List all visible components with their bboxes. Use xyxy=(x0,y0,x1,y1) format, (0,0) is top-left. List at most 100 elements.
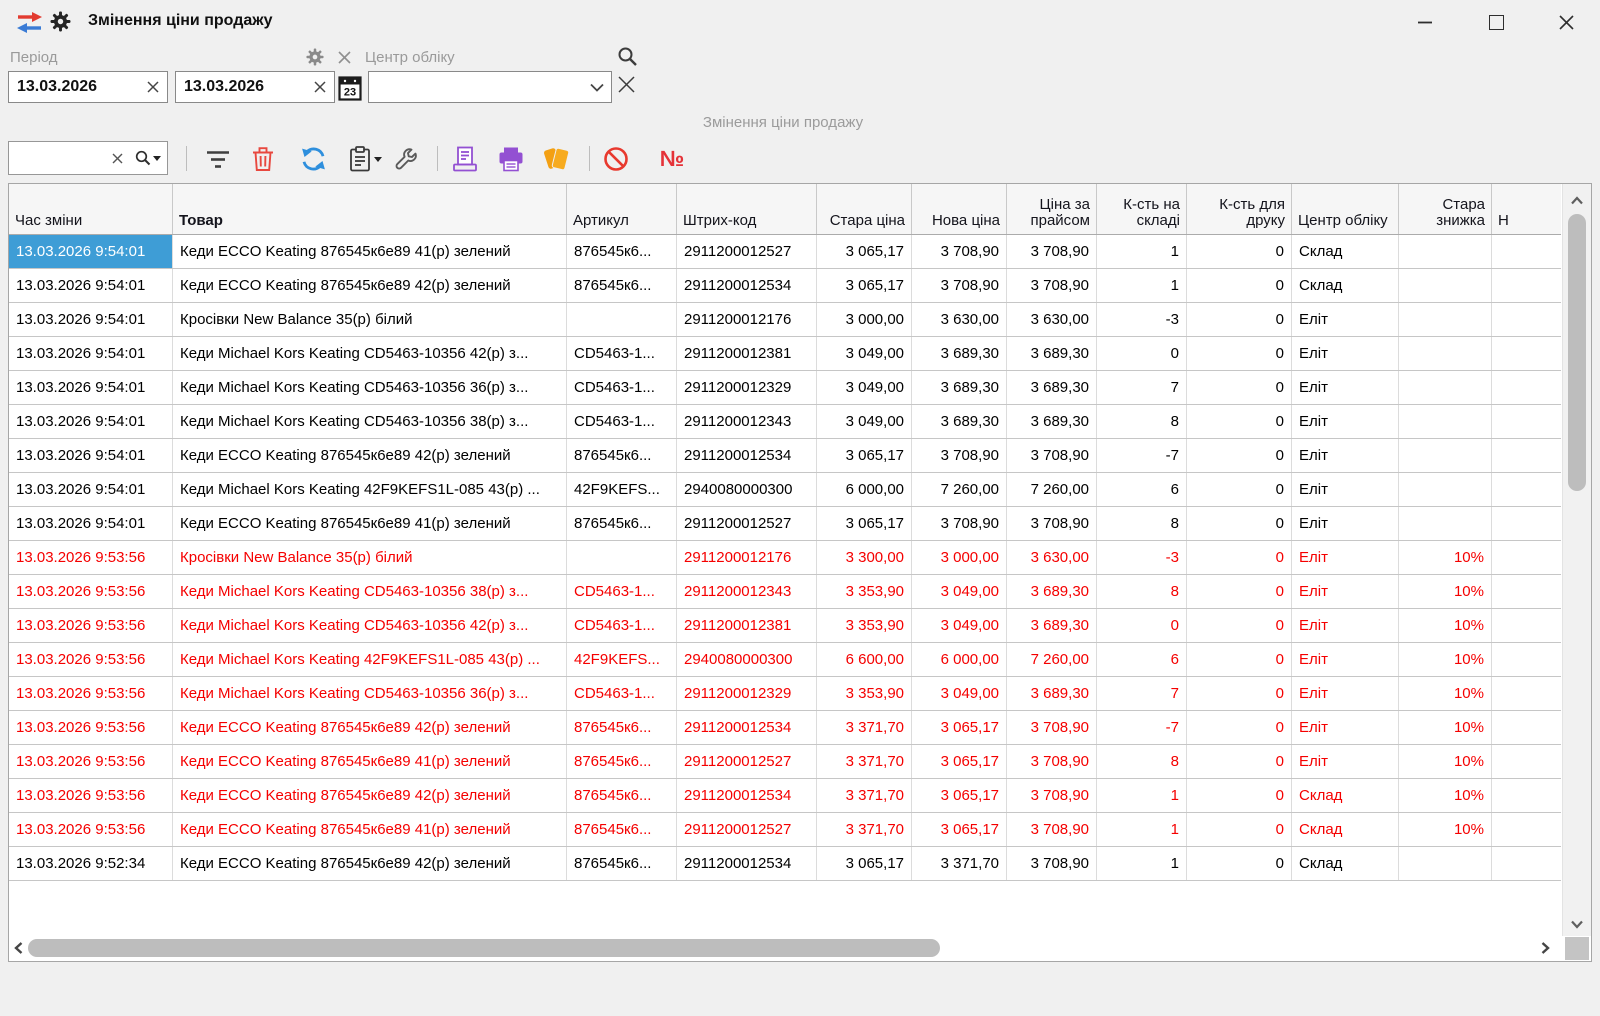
cell-product[interactable]: Кеди Michael Kors Keating CD5463-10356 3… xyxy=(173,575,567,608)
cell-next[interactable] xyxy=(1492,303,1561,336)
cell-barcode[interactable]: 2911200012381 xyxy=(677,337,817,370)
cell-article[interactable]: 42F9KEFS... xyxy=(567,473,677,506)
cell-old_price[interactable]: 3 371,70 xyxy=(817,711,912,744)
cell-product[interactable]: Кеди Michael Kors Keating CD5463-10356 3… xyxy=(173,371,567,404)
column-header-old_price[interactable]: Стара ціна xyxy=(817,184,912,234)
cell-qty_print[interactable]: 0 xyxy=(1187,745,1292,778)
cell-time[interactable]: 13.03.2026 9:54:01 xyxy=(9,303,173,336)
cell-center[interactable]: Склад xyxy=(1292,269,1399,302)
cell-qty_print[interactable]: 0 xyxy=(1187,609,1292,642)
cell-list_price[interactable]: 3 708,90 xyxy=(1007,847,1097,880)
column-header-new_price[interactable]: Нова ціна xyxy=(912,184,1007,234)
cell-article[interactable]: 876545к6... xyxy=(567,847,677,880)
column-header-next[interactable]: Н xyxy=(1492,184,1561,234)
cell-qty_print[interactable]: 0 xyxy=(1187,541,1292,574)
cell-list_price[interactable]: 3 708,90 xyxy=(1007,507,1097,540)
number-button[interactable]: № xyxy=(652,143,692,175)
cell-time[interactable]: 13.03.2026 9:54:01 xyxy=(9,371,173,404)
cell-barcode[interactable]: 2911200012527 xyxy=(677,813,817,846)
cell-qty_stock[interactable]: 8 xyxy=(1097,405,1187,438)
cell-article[interactable]: 876545к6... xyxy=(567,269,677,302)
cell-barcode[interactable]: 2911200012176 xyxy=(677,303,817,336)
date-from-input[interactable] xyxy=(9,77,139,97)
table-row[interactable]: 13.03.2026 9:54:01Кеди ECCO Keating 8765… xyxy=(9,235,1561,269)
cell-old_discount[interactable]: 10% xyxy=(1399,677,1492,710)
cell-time[interactable]: 13.03.2026 9:54:01 xyxy=(9,473,173,506)
cell-product[interactable]: Кеди Michael Kors Keating CD5463-10356 3… xyxy=(173,677,567,710)
cell-barcode[interactable]: 2911200012176 xyxy=(677,541,817,574)
vertical-scrollbar[interactable] xyxy=(1562,184,1591,936)
cell-next[interactable] xyxy=(1492,813,1561,846)
cell-center[interactable]: Еліт xyxy=(1292,609,1399,642)
cell-new_price[interactable]: 6 000,00 xyxy=(912,643,1007,676)
cell-list_price[interactable]: 3 708,90 xyxy=(1007,779,1097,812)
cell-qty_stock[interactable]: 8 xyxy=(1097,745,1187,778)
cell-time[interactable]: 13.03.2026 9:53:56 xyxy=(9,677,173,710)
cell-qty_print[interactable]: 0 xyxy=(1187,235,1292,268)
column-header-time[interactable]: Час зміни xyxy=(9,184,173,234)
cell-product[interactable]: Кеди ECCO Keating 876545к6е89 41(р) зеле… xyxy=(173,813,567,846)
cell-new_price[interactable]: 3 708,90 xyxy=(912,439,1007,472)
cell-old_price[interactable]: 3 065,17 xyxy=(817,847,912,880)
horizontal-scrollbar[interactable] xyxy=(9,936,1562,961)
cell-barcode[interactable]: 2911200012527 xyxy=(677,507,817,540)
cell-old_price[interactable]: 3 065,17 xyxy=(817,269,912,302)
cell-old_discount[interactable] xyxy=(1399,235,1492,268)
cell-qty_stock[interactable]: 8 xyxy=(1097,507,1187,540)
cell-qty_print[interactable]: 0 xyxy=(1187,473,1292,506)
cell-old_discount[interactable]: 10% xyxy=(1399,609,1492,642)
cell-new_price[interactable]: 3 708,90 xyxy=(912,269,1007,302)
cell-barcode[interactable]: 2911200012329 xyxy=(677,677,817,710)
period-clear-icon[interactable] xyxy=(338,51,351,69)
cell-barcode[interactable]: 2940080000300 xyxy=(677,473,817,506)
cell-qty_print[interactable]: 0 xyxy=(1187,813,1292,846)
quick-search-field[interactable] xyxy=(8,141,168,175)
scroll-up-icon[interactable] xyxy=(1570,192,1584,210)
cell-time[interactable]: 13.03.2026 9:54:01 xyxy=(9,235,173,268)
cell-old_price[interactable]: 3 000,00 xyxy=(817,303,912,336)
table-row[interactable]: 13.03.2026 9:53:56Кеди Michael Kors Keat… xyxy=(9,677,1561,711)
cell-old_price[interactable]: 3 065,17 xyxy=(817,439,912,472)
cell-center[interactable]: Склад xyxy=(1292,847,1399,880)
cell-next[interactable] xyxy=(1492,439,1561,472)
cell-article[interactable]: 876545к6... xyxy=(567,745,677,778)
cell-product[interactable]: Кеди ECCO Keating 876545к6е89 42(р) зеле… xyxy=(173,779,567,812)
cell-new_price[interactable]: 3 708,90 xyxy=(912,507,1007,540)
print-preview-button[interactable] xyxy=(449,143,481,175)
cell-new_price[interactable]: 3 049,00 xyxy=(912,575,1007,608)
cell-list_price[interactable]: 3 689,30 xyxy=(1007,337,1097,370)
cell-center[interactable]: Склад xyxy=(1292,235,1399,268)
cell-new_price[interactable]: 3 708,90 xyxy=(912,235,1007,268)
cell-old_price[interactable]: 3 353,90 xyxy=(817,575,912,608)
cell-new_price[interactable]: 3 689,30 xyxy=(912,371,1007,404)
cell-article[interactable]: CD5463-1... xyxy=(567,371,677,404)
cell-qty_print[interactable]: 0 xyxy=(1187,711,1292,744)
cell-old_price[interactable]: 3 065,17 xyxy=(817,235,912,268)
cell-center[interactable]: Еліт xyxy=(1292,439,1399,472)
cell-article[interactable]: 876545к6... xyxy=(567,235,677,268)
cancel-button[interactable] xyxy=(600,143,632,175)
date-to-clear-icon[interactable] xyxy=(306,72,334,102)
cell-time[interactable]: 13.03.2026 9:53:56 xyxy=(9,745,173,778)
cell-barcode[interactable]: 2911200012534 xyxy=(677,847,817,880)
column-header-article[interactable]: Артикул xyxy=(567,184,677,234)
cell-article[interactable]: 876545к6... xyxy=(567,711,677,744)
quick-search-input[interactable] xyxy=(9,149,106,168)
table-row[interactable]: 13.03.2026 9:53:56Кеди ECCO Keating 8765… xyxy=(9,711,1561,745)
vertical-scroll-thumb[interactable] xyxy=(1568,214,1586,491)
cell-new_price[interactable]: 3 689,30 xyxy=(912,337,1007,370)
cell-qty_stock[interactable]: 8 xyxy=(1097,575,1187,608)
cell-center[interactable]: Еліт xyxy=(1292,507,1399,540)
cell-qty_stock[interactable]: 1 xyxy=(1097,779,1187,812)
cell-article[interactable]: CD5463-1... xyxy=(567,609,677,642)
cell-article[interactable]: CD5463-1... xyxy=(567,575,677,608)
cell-old_price[interactable]: 3 353,90 xyxy=(817,677,912,710)
cell-product[interactable]: Кросівки New Balance 35(р) білий xyxy=(173,303,567,336)
table-row[interactable]: 13.03.2026 9:54:01Кеди ECCO Keating 8765… xyxy=(9,507,1561,541)
cell-next[interactable] xyxy=(1492,337,1561,370)
cell-qty_stock[interactable]: 6 xyxy=(1097,473,1187,506)
cell-list_price[interactable]: 3 708,90 xyxy=(1007,711,1097,744)
cell-time[interactable]: 13.03.2026 9:54:01 xyxy=(9,507,173,540)
cell-list_price[interactable]: 3 708,90 xyxy=(1007,745,1097,778)
maximize-button[interactable] xyxy=(1467,0,1525,45)
